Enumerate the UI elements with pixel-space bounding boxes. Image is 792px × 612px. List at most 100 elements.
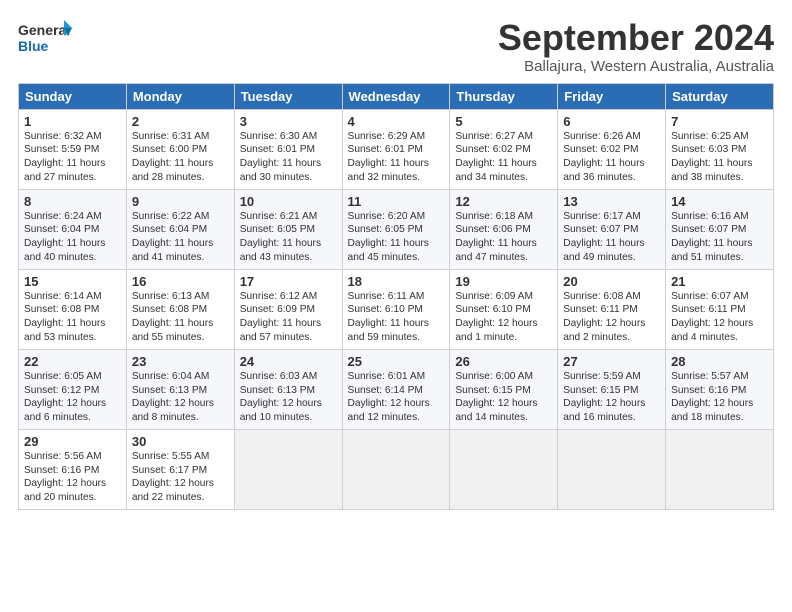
cell-details: Sunrise: 6:17 AMSunset: 6:07 PMDaylight:…	[563, 210, 660, 265]
calendar-cell	[450, 429, 558, 509]
cell-details: Sunrise: 6:00 AMSunset: 6:15 PMDaylight:…	[455, 370, 552, 425]
calendar-cell: 17Sunrise: 6:12 AMSunset: 6:09 PMDayligh…	[234, 269, 342, 349]
cell-details: Sunrise: 6:26 AMSunset: 6:02 PMDaylight:…	[563, 130, 660, 185]
cell-details: Sunrise: 6:32 AMSunset: 5:59 PMDaylight:…	[24, 130, 121, 185]
day-number: 4	[348, 114, 445, 129]
weekday-header: Monday	[126, 83, 234, 109]
calendar-cell	[666, 429, 774, 509]
day-number: 12	[455, 194, 552, 209]
calendar-cell: 29Sunrise: 5:56 AMSunset: 6:16 PMDayligh…	[19, 429, 127, 509]
cell-details: Sunrise: 6:29 AMSunset: 6:01 PMDaylight:…	[348, 130, 445, 185]
title-block: September 2024 Ballajura, Western Austra…	[498, 18, 774, 75]
calendar-cell: 20Sunrise: 6:08 AMSunset: 6:11 PMDayligh…	[558, 269, 666, 349]
calendar-cell: 16Sunrise: 6:13 AMSunset: 6:08 PMDayligh…	[126, 269, 234, 349]
calendar-cell: 30Sunrise: 5:55 AMSunset: 6:17 PMDayligh…	[126, 429, 234, 509]
cell-details: Sunrise: 6:09 AMSunset: 6:10 PMDaylight:…	[455, 290, 552, 345]
calendar-cell	[342, 429, 450, 509]
cell-details: Sunrise: 6:14 AMSunset: 6:08 PMDaylight:…	[24, 290, 121, 345]
calendar-cell: 7Sunrise: 6:25 AMSunset: 6:03 PMDaylight…	[666, 109, 774, 189]
day-number: 3	[240, 114, 337, 129]
day-number: 1	[24, 114, 121, 129]
day-number: 24	[240, 354, 337, 369]
day-number: 18	[348, 274, 445, 289]
cell-details: Sunrise: 5:57 AMSunset: 6:16 PMDaylight:…	[671, 370, 768, 425]
day-number: 27	[563, 354, 660, 369]
calendar-week-row: 1Sunrise: 6:32 AMSunset: 5:59 PMDaylight…	[19, 109, 774, 189]
header: General Blue September 2024 Ballajura, W…	[18, 18, 774, 75]
cell-details: Sunrise: 6:27 AMSunset: 6:02 PMDaylight:…	[455, 130, 552, 185]
day-number: 7	[671, 114, 768, 129]
month-title: September 2024	[498, 18, 774, 58]
day-number: 13	[563, 194, 660, 209]
logo: General Blue	[18, 18, 74, 58]
calendar-cell: 1Sunrise: 6:32 AMSunset: 5:59 PMDaylight…	[19, 109, 127, 189]
calendar-cell: 3Sunrise: 6:30 AMSunset: 6:01 PMDaylight…	[234, 109, 342, 189]
day-number: 10	[240, 194, 337, 209]
day-number: 5	[455, 114, 552, 129]
weekday-header: Saturday	[666, 83, 774, 109]
cell-details: Sunrise: 6:08 AMSunset: 6:11 PMDaylight:…	[563, 290, 660, 345]
cell-details: Sunrise: 6:21 AMSunset: 6:05 PMDaylight:…	[240, 210, 337, 265]
calendar-cell: 4Sunrise: 6:29 AMSunset: 6:01 PMDaylight…	[342, 109, 450, 189]
day-number: 16	[132, 274, 229, 289]
cell-details: Sunrise: 6:13 AMSunset: 6:08 PMDaylight:…	[132, 290, 229, 345]
day-number: 28	[671, 354, 768, 369]
svg-text:General: General	[18, 22, 70, 38]
header-row: SundayMondayTuesdayWednesdayThursdayFrid…	[19, 83, 774, 109]
cell-details: Sunrise: 6:31 AMSunset: 6:00 PMDaylight:…	[132, 130, 229, 185]
cell-details: Sunrise: 5:55 AMSunset: 6:17 PMDaylight:…	[132, 450, 229, 505]
calendar-cell: 23Sunrise: 6:04 AMSunset: 6:13 PMDayligh…	[126, 349, 234, 429]
cell-details: Sunrise: 6:01 AMSunset: 6:14 PMDaylight:…	[348, 370, 445, 425]
calendar-cell: 26Sunrise: 6:00 AMSunset: 6:15 PMDayligh…	[450, 349, 558, 429]
cell-details: Sunrise: 6:03 AMSunset: 6:13 PMDaylight:…	[240, 370, 337, 425]
day-number: 29	[24, 434, 121, 449]
day-number: 11	[348, 194, 445, 209]
cell-details: Sunrise: 6:11 AMSunset: 6:10 PMDaylight:…	[348, 290, 445, 345]
day-number: 23	[132, 354, 229, 369]
day-number: 26	[455, 354, 552, 369]
cell-details: Sunrise: 6:05 AMSunset: 6:12 PMDaylight:…	[24, 370, 121, 425]
cell-details: Sunrise: 6:30 AMSunset: 6:01 PMDaylight:…	[240, 130, 337, 185]
weekday-header: Tuesday	[234, 83, 342, 109]
calendar-cell	[234, 429, 342, 509]
cell-details: Sunrise: 6:16 AMSunset: 6:07 PMDaylight:…	[671, 210, 768, 265]
calendar-cell: 2Sunrise: 6:31 AMSunset: 6:00 PMDaylight…	[126, 109, 234, 189]
calendar-cell: 14Sunrise: 6:16 AMSunset: 6:07 PMDayligh…	[666, 189, 774, 269]
day-number: 8	[24, 194, 121, 209]
location-subtitle: Ballajura, Western Australia, Australia	[498, 58, 774, 75]
calendar-cell: 13Sunrise: 6:17 AMSunset: 6:07 PMDayligh…	[558, 189, 666, 269]
calendar-cell: 6Sunrise: 6:26 AMSunset: 6:02 PMDaylight…	[558, 109, 666, 189]
day-number: 30	[132, 434, 229, 449]
calendar-cell: 9Sunrise: 6:22 AMSunset: 6:04 PMDaylight…	[126, 189, 234, 269]
calendar-cell: 25Sunrise: 6:01 AMSunset: 6:14 PMDayligh…	[342, 349, 450, 429]
calendar-cell: 8Sunrise: 6:24 AMSunset: 6:04 PMDaylight…	[19, 189, 127, 269]
calendar-cell: 24Sunrise: 6:03 AMSunset: 6:13 PMDayligh…	[234, 349, 342, 429]
day-number: 15	[24, 274, 121, 289]
day-number: 22	[24, 354, 121, 369]
cell-details: Sunrise: 6:25 AMSunset: 6:03 PMDaylight:…	[671, 130, 768, 185]
calendar-cell: 28Sunrise: 5:57 AMSunset: 6:16 PMDayligh…	[666, 349, 774, 429]
weekday-header: Thursday	[450, 83, 558, 109]
weekday-header: Wednesday	[342, 83, 450, 109]
calendar-cell	[558, 429, 666, 509]
calendar-cell: 19Sunrise: 6:09 AMSunset: 6:10 PMDayligh…	[450, 269, 558, 349]
day-number: 2	[132, 114, 229, 129]
svg-text:Blue: Blue	[18, 38, 49, 54]
day-number: 19	[455, 274, 552, 289]
day-number: 6	[563, 114, 660, 129]
weekday-header: Sunday	[19, 83, 127, 109]
calendar-cell: 12Sunrise: 6:18 AMSunset: 6:06 PMDayligh…	[450, 189, 558, 269]
cell-details: Sunrise: 6:04 AMSunset: 6:13 PMDaylight:…	[132, 370, 229, 425]
calendar-week-row: 29Sunrise: 5:56 AMSunset: 6:16 PMDayligh…	[19, 429, 774, 509]
day-number: 17	[240, 274, 337, 289]
cell-details: Sunrise: 6:24 AMSunset: 6:04 PMDaylight:…	[24, 210, 121, 265]
cell-details: Sunrise: 6:22 AMSunset: 6:04 PMDaylight:…	[132, 210, 229, 265]
day-number: 20	[563, 274, 660, 289]
cell-details: Sunrise: 6:12 AMSunset: 6:09 PMDaylight:…	[240, 290, 337, 345]
calendar-cell: 5Sunrise: 6:27 AMSunset: 6:02 PMDaylight…	[450, 109, 558, 189]
calendar-cell: 18Sunrise: 6:11 AMSunset: 6:10 PMDayligh…	[342, 269, 450, 349]
calendar-cell: 27Sunrise: 5:59 AMSunset: 6:15 PMDayligh…	[558, 349, 666, 429]
cell-details: Sunrise: 6:18 AMSunset: 6:06 PMDaylight:…	[455, 210, 552, 265]
weekday-header: Friday	[558, 83, 666, 109]
cell-details: Sunrise: 5:56 AMSunset: 6:16 PMDaylight:…	[24, 450, 121, 505]
